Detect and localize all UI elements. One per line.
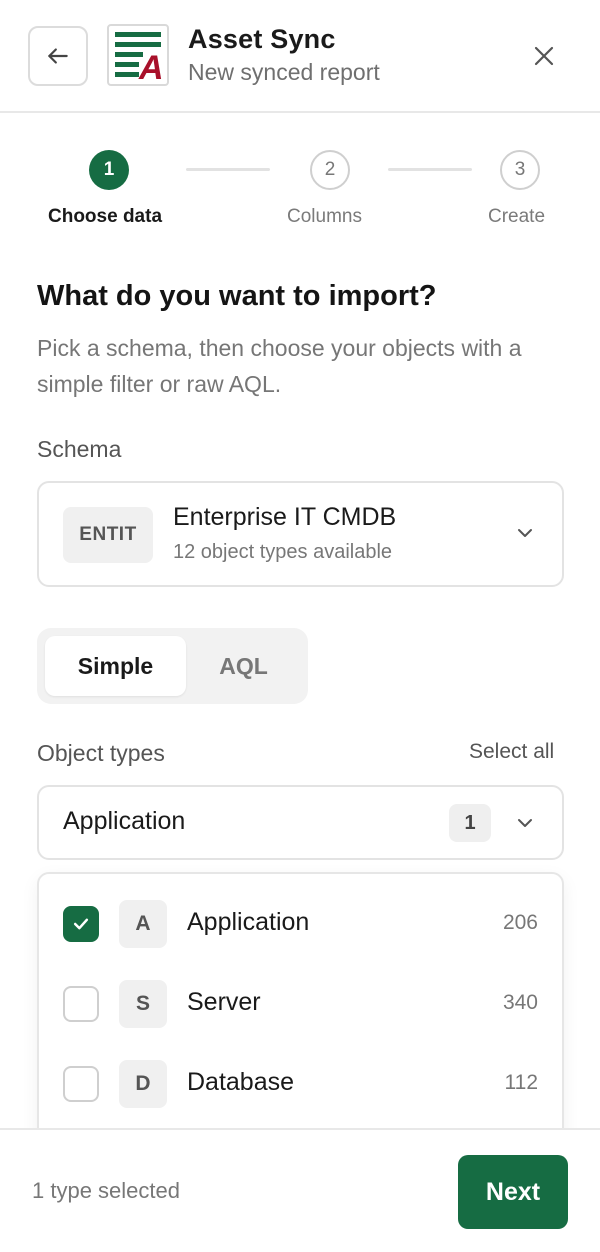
mode-aql-tab[interactable]: AQL — [187, 636, 300, 696]
type-letter-badge: S — [119, 980, 167, 1028]
selected-count-badge: 1 — [449, 804, 491, 842]
step-3-label: Create — [488, 206, 546, 227]
step-2-label: Columns — [287, 206, 362, 227]
mode-toggle: Simple AQL — [37, 628, 308, 704]
object-type-option[interactable]: D Database 112 — [39, 1036, 562, 1116]
step-3-indicator: 3 — [500, 150, 540, 190]
type-letter-badge: D — [119, 1060, 167, 1108]
object-type-option[interactable]: S Server 340 — [39, 956, 562, 1036]
close-button[interactable] — [526, 38, 562, 74]
app-title: Asset Sync — [188, 24, 336, 54]
step-connector — [186, 168, 270, 171]
step-1-label: Choose data — [48, 206, 163, 227]
selection-status: 1 type selected — [32, 1178, 180, 1203]
select-all-link[interactable]: Select all — [469, 740, 554, 764]
object-types-selected-value: Application — [63, 807, 186, 835]
step-1-indicator: 1 — [89, 150, 129, 190]
back-button[interactable] — [28, 26, 88, 86]
schema-badge: ENTIT — [63, 507, 153, 563]
option-checkbox[interactable] — [63, 986, 99, 1022]
type-letter-badge: A — [119, 900, 167, 948]
option-count: 112 — [504, 1071, 538, 1094]
close-icon — [534, 46, 554, 66]
object-types-label: Object types — [37, 740, 165, 766]
option-name: Database — [187, 1068, 295, 1096]
page-title: What do you want to import? — [37, 280, 437, 312]
schema-select[interactable]: ENTIT Enterprise IT CMDB 12 object types… — [37, 481, 564, 587]
option-name: Application — [187, 908, 310, 936]
app-logo: A — [107, 24, 169, 86]
object-types-select[interactable]: Application 1 — [37, 785, 564, 860]
footer-bar: 1 type selected Next — [0, 1128, 600, 1252]
schema-meta: 12 object types available — [173, 541, 393, 563]
object-type-option[interactable]: A Application 206 — [39, 876, 562, 956]
option-checkbox[interactable] — [63, 906, 99, 942]
chevron-down-icon — [518, 819, 532, 827]
app-subtitle: New synced report — [188, 59, 380, 85]
step-2-indicator: 2 — [310, 150, 350, 190]
object-types-dropdown: A Application 206 S Server 340 D Databas… — [37, 872, 564, 1172]
option-count: 340 — [502, 991, 538, 1014]
arrow-left-icon — [48, 48, 68, 64]
check-icon — [73, 918, 89, 930]
next-button[interactable]: Next — [458, 1155, 568, 1229]
logo-letter: A — [138, 49, 164, 84]
mode-simple-tab[interactable]: Simple — [45, 636, 186, 696]
option-checkbox[interactable] — [63, 1066, 99, 1102]
page-description: Pick a schema, then choose your objects … — [37, 335, 522, 397]
header: A Asset Sync New synced report — [0, 0, 600, 113]
chevron-down-icon — [518, 529, 532, 537]
schema-label: Schema — [37, 436, 122, 462]
option-count: 206 — [502, 911, 538, 934]
step-connector — [388, 168, 472, 171]
option-name: Server — [187, 988, 261, 1016]
schema-name: Enterprise IT CMDB — [173, 503, 397, 531]
